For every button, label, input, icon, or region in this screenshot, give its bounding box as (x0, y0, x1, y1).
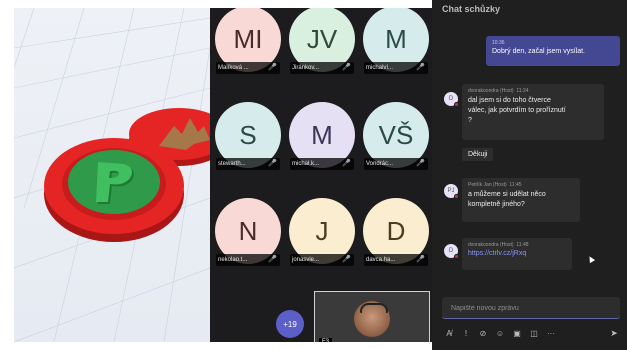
participant-name: Malíková ... (218, 65, 249, 71)
video-gallery: MI Malíková ... 🎤 JV Jiránkov... 🎤 Mmichalví..… (210, 8, 432, 342)
presence-dot (454, 102, 459, 107)
participant-name: stewarth... (218, 161, 246, 167)
message-line: ? (468, 117, 472, 124)
message-line: a můžeme si udělat něco (468, 191, 546, 198)
my-message-time: 10:36 (492, 40, 505, 46)
participant-name: Jiránkov... (292, 65, 319, 71)
participant-name: nekolao.t... (218, 257, 248, 263)
mic-muted-icon: 🎤 (342, 256, 351, 263)
participant-tile[interactable]: Ddavca.ha... 🎤 (360, 198, 432, 270)
participant-nameplate: michal.k... 🎤 (290, 158, 354, 170)
participant-nameplate: Malíková ... 🎤 (216, 62, 280, 74)
keychain-model[interactable] (44, 108, 210, 242)
mic-muted-icon: 🎤 (342, 64, 351, 71)
mic-muted-icon: 🎤 (416, 64, 425, 71)
message-bubble: Petrlík Jan (Host) 11:45 a můžeme si udě… (462, 178, 580, 222)
message-line: kompletně jiného? (468, 201, 525, 208)
reply-message: Děkuji (462, 148, 494, 161)
participant-nameplate: Vondrác... 🎤 (364, 158, 428, 170)
self-video-face (354, 301, 390, 337)
mouse-cursor (586, 254, 596, 264)
message-time: 11:48 (516, 242, 529, 248)
mic-muted-icon: 🎤 (268, 256, 277, 263)
message-bubble: dvorakoondra (Host) 11:48 https://ctrlv.… (462, 238, 572, 270)
format-icon[interactable]: A̸ (442, 326, 456, 340)
self-video[interactable]: F3 (314, 291, 430, 342)
mic-muted-icon: 🎤 (342, 160, 351, 167)
workplane-grid (14, 8, 210, 342)
compose-input[interactable] (442, 298, 620, 319)
priority-icon[interactable]: ! (459, 326, 473, 340)
chat-title: Chat schůzky (442, 4, 501, 14)
message-line: válec, jak potvrdím to proříznutí (468, 107, 566, 114)
participant-tile[interactable]: Mmichalví... 🎤 (360, 8, 432, 78)
participant-nameplate: nekolao.t... 🎤 (216, 254, 280, 266)
gif-icon[interactable]: ▣ (510, 326, 524, 340)
participant-tile[interactable]: Jjonasvie... 🎤 (286, 198, 358, 270)
participant-name: Vondrác... (366, 161, 394, 167)
mic-muted-icon: 🎤 (416, 256, 425, 263)
send-icon[interactable]: ➤ (607, 326, 621, 340)
more-participants-button[interactable]: +19 (276, 310, 304, 338)
sticker-icon[interactable]: ◫ (527, 326, 541, 340)
participant-name: michalví... (366, 65, 394, 71)
participant-nameplate: davca.ha... 🎤 (364, 254, 428, 266)
self-video-badge: F3 (319, 338, 333, 342)
participant-name: michal.k... (292, 161, 320, 167)
emoji-icon[interactable]: ☺ (493, 326, 507, 340)
message-bubble: dvorakoondra (Host) 11:24 dal jsem si do… (462, 84, 604, 140)
my-message: 10:36 Dobrý den, začal jsem vysílat. (486, 36, 620, 66)
participant-tile[interactable]: Nnekolao.t... 🎤 (212, 198, 284, 270)
participant-nameplate: michalví... 🎤 (364, 62, 428, 74)
compose-toolbar: A̸ ! ⊘ ☺ ▣ ◫ ··· (442, 326, 622, 340)
participant-tile[interactable]: JV Jiránkov... 🎤 (286, 8, 358, 78)
message-time: 11:24 (516, 88, 529, 94)
compose-box[interactable] (442, 297, 620, 319)
participant-name: jonasvie... (292, 257, 320, 263)
participant-tile[interactable]: VŠ Vondrác... 🎤 (360, 102, 432, 174)
more-icon[interactable]: ··· (544, 326, 558, 340)
message-author: dvorakoondra (Host) (468, 88, 514, 94)
participant-nameplate: Jiránkov... 🎤 (290, 62, 354, 74)
participant-nameplate: stewarth... 🎤 (216, 158, 280, 170)
mic-muted-icon: 🎤 (268, 64, 277, 71)
avatar-initial: D (448, 248, 454, 254)
mic-muted-icon: 🎤 (268, 160, 277, 167)
design-viewport[interactable] (14, 8, 210, 342)
attach-icon[interactable]: ⊘ (476, 326, 490, 340)
mic-muted-icon: 🎤 (416, 160, 425, 167)
my-message-text: Dobrý den, začal jsem vysílat. (492, 48, 585, 55)
presence-dot (454, 194, 459, 199)
screen: MI Malíková ... 🎤 JV Jiránkov... 🎤 Mmichalví..… (0, 0, 627, 350)
avatar: D (444, 92, 459, 107)
avatar-initial: D (448, 96, 454, 102)
message-link[interactable]: https://ctrlv.cz/jRxq (468, 250, 566, 257)
avatar: PJ (444, 184, 459, 199)
avatar-initial: PJ (447, 188, 455, 194)
message-line: dal jsem si do toho čtverce (468, 97, 551, 104)
message-author: dvorakoondra (Host) (468, 242, 514, 248)
avatar: D (444, 244, 459, 259)
presence-dot (454, 254, 459, 259)
participant-name: davca.ha... (366, 257, 396, 263)
participant-nameplate: jonasvie... 🎤 (290, 254, 354, 266)
participant-tile[interactable]: MI Malíková ... 🎤 (212, 8, 284, 78)
participant-tile[interactable]: Mmichal.k... 🎤 (286, 102, 358, 174)
message-time: 11:45 (509, 182, 522, 188)
meeting-chat-panel: Chat schůzky 10:36 Dobrý den, začal jsem… (432, 0, 627, 350)
participant-tile[interactable]: Sstewarth... 🎤 (212, 102, 284, 174)
message-author: Petrlík Jan (Host) (468, 182, 507, 188)
